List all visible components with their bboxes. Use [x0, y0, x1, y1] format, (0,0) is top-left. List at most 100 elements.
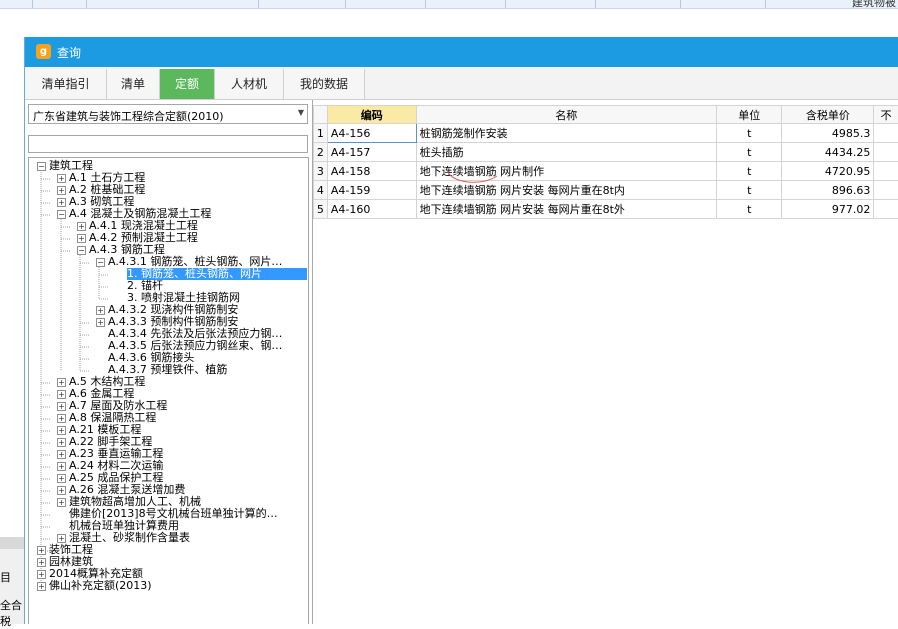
- tree-node[interactable]: 佛山补充定额(2013): [49, 580, 152, 592]
- column-header-tax-price[interactable]: 含税单价: [782, 106, 874, 124]
- cell-extra[interactable]: [874, 181, 898, 200]
- column-header-unit[interactable]: 单位: [717, 106, 782, 124]
- cell-price[interactable]: 4985.3: [782, 124, 874, 143]
- query-dialog: g 查询 清单指引 清单 定额 人材机 我的数据 广东省建筑与装饰工程综合定额(…: [24, 37, 898, 624]
- cell-code[interactable]: A4-156: [327, 124, 416, 143]
- tab-bar: 清单指引 清单 定额 人材机 我的数据: [25, 67, 898, 100]
- cell-price[interactable]: 4720.95: [782, 162, 874, 181]
- cell-extra[interactable]: [874, 162, 898, 181]
- quota-grid-panel: 编码 名称 单位 含税单价 不 1 A4-156 桩钢筋笼制作安装 t 4985…: [313, 100, 898, 624]
- expand-toggle-icon[interactable]: +: [96, 318, 105, 327]
- expand-toggle-icon[interactable]: +: [37, 582, 46, 591]
- tab-list-guide[interactable]: 清单指引: [25, 69, 107, 99]
- column-header-name[interactable]: 名称: [416, 106, 716, 124]
- expand-toggle-icon[interactable]: +: [57, 378, 66, 387]
- tree-node-label: 佛山补充定额(2013): [49, 580, 152, 592]
- cell-name[interactable]: 地下连续墙钢筋 网片安装 每网片重在8t外: [416, 200, 716, 219]
- expand-toggle-icon[interactable]: +: [57, 450, 66, 459]
- quota-tree-panel: 广东省建筑与装饰工程综合定额(2010) ▼ −建筑工程+A.1 土石方工程+A…: [25, 100, 313, 624]
- expand-toggle-icon[interactable]: +: [57, 390, 66, 399]
- expand-toggle-icon[interactable]: +: [57, 402, 66, 411]
- table-row[interactable]: 5 A4-160 地下连续墙钢筋 网片安装 每网片重在8t外 t 977.02: [314, 200, 898, 219]
- background-side-text: 全合税: [0, 597, 24, 629]
- row-number: 4: [314, 181, 328, 200]
- expand-toggle-icon[interactable]: +: [57, 414, 66, 423]
- expand-toggle-icon[interactable]: +: [57, 534, 66, 543]
- row-number: 2: [314, 143, 328, 162]
- cell-price[interactable]: 4434.25: [782, 143, 874, 162]
- background-grid-cell: [765, 0, 766, 8]
- cell-price[interactable]: 896.63: [782, 181, 874, 200]
- column-header-row-number: [314, 106, 328, 124]
- expand-toggle-icon[interactable]: +: [57, 462, 66, 471]
- background-cell-text: 建筑物被: [852, 0, 896, 10]
- tree-search-input[interactable]: [28, 135, 308, 153]
- column-header-code[interactable]: 编码: [327, 106, 416, 124]
- expand-toggle-icon[interactable]: +: [57, 186, 66, 195]
- app-logo-icon: g: [36, 44, 51, 59]
- background-grid-cell: [32, 0, 33, 8]
- background-grid-cell: [425, 0, 426, 8]
- cell-name[interactable]: 桩钢筋笼制作安装: [416, 124, 716, 143]
- collapse-toggle-icon[interactable]: −: [37, 162, 46, 171]
- background-grid-cell: [345, 0, 346, 8]
- expand-toggle-icon[interactable]: +: [57, 438, 66, 447]
- background-grid-cell: [595, 0, 596, 8]
- expand-toggle-icon[interactable]: +: [37, 558, 46, 567]
- cell-extra[interactable]: [874, 200, 898, 219]
- dialog-titlebar[interactable]: g 查询: [25, 37, 898, 67]
- cell-code[interactable]: A4-158: [327, 162, 416, 181]
- tab-my-data[interactable]: 我的数据: [284, 69, 365, 99]
- dialog-title: 查询: [57, 44, 81, 61]
- background-grid-cell: [505, 0, 506, 8]
- quota-library-value: 广东省建筑与装饰工程综合定额(2010): [33, 108, 224, 124]
- expand-toggle-icon[interactable]: +: [57, 198, 66, 207]
- chevron-down-icon[interactable]: ▼: [298, 108, 304, 117]
- tab-bill[interactable]: 清单: [107, 69, 160, 99]
- table-row[interactable]: 3 A4-158 地下连续墙钢筋 网片制作 t 4720.95: [314, 162, 898, 181]
- quota-tree: −建筑工程+A.1 土石方工程+A.2 桩基础工程+A.3 砌筑工程−A.4 混…: [28, 157, 309, 624]
- expand-toggle-icon[interactable]: +: [57, 498, 66, 507]
- expand-toggle-icon[interactable]: +: [57, 486, 66, 495]
- table-row[interactable]: 4 A4-159 地下连续墙钢筋 网片安装 每网片重在8t内 t 896.63: [314, 181, 898, 200]
- table-row[interactable]: 1 A4-156 桩钢筋笼制作安装 t 4985.3: [314, 124, 898, 143]
- cell-unit[interactable]: t: [717, 162, 782, 181]
- background-grid-cell: [258, 0, 259, 8]
- cell-extra[interactable]: [874, 124, 898, 143]
- cursor-highlight-circle: [439, 158, 509, 188]
- expand-toggle-icon[interactable]: +: [57, 474, 66, 483]
- collapse-toggle-icon[interactable]: −: [96, 258, 105, 267]
- expand-toggle-icon[interactable]: +: [96, 306, 105, 315]
- expand-toggle-icon[interactable]: +: [57, 426, 66, 435]
- background-side-panel: 目 全合税: [0, 537, 25, 624]
- table-row[interactable]: 2 A4-157 桩头插筋 t 4434.25: [314, 143, 898, 162]
- expand-toggle-icon[interactable]: +: [57, 174, 66, 183]
- background-grid-cell: [86, 0, 87, 8]
- quota-table: 编码 名称 单位 含税单价 不 1 A4-156 桩钢筋笼制作安装 t 4985…: [313, 105, 898, 219]
- cell-unit[interactable]: t: [717, 181, 782, 200]
- expand-toggle-icon[interactable]: +: [77, 234, 86, 243]
- row-number: 3: [314, 162, 328, 181]
- expand-toggle-icon[interactable]: +: [37, 546, 46, 555]
- tab-labor-material-machine[interactable]: 人材机: [215, 69, 284, 99]
- collapse-toggle-icon[interactable]: −: [77, 246, 86, 255]
- background-side-text: 目: [0, 569, 11, 585]
- cell-extra[interactable]: [874, 143, 898, 162]
- row-number: 1: [314, 124, 328, 143]
- background-grid-cell: [680, 0, 681, 8]
- cell-code[interactable]: A4-159: [327, 181, 416, 200]
- cell-code[interactable]: A4-157: [327, 143, 416, 162]
- cell-unit[interactable]: t: [717, 200, 782, 219]
- expand-toggle-icon[interactable]: +: [37, 570, 46, 579]
- background-side-bar: [0, 537, 24, 549]
- column-header-truncated[interactable]: 不: [874, 106, 898, 124]
- expand-toggle-icon[interactable]: +: [77, 222, 86, 231]
- cell-code[interactable]: A4-160: [327, 200, 416, 219]
- cell-unit[interactable]: t: [717, 143, 782, 162]
- quota-library-select[interactable]: 广东省建筑与装饰工程综合定额(2010) ▼: [28, 104, 308, 124]
- tab-quota[interactable]: 定额: [160, 69, 215, 99]
- collapse-toggle-icon[interactable]: −: [57, 210, 66, 219]
- cell-price[interactable]: 977.02: [782, 200, 874, 219]
- background-grid-strip: 建筑物被: [0, 0, 898, 9]
- cell-unit[interactable]: t: [717, 124, 782, 143]
